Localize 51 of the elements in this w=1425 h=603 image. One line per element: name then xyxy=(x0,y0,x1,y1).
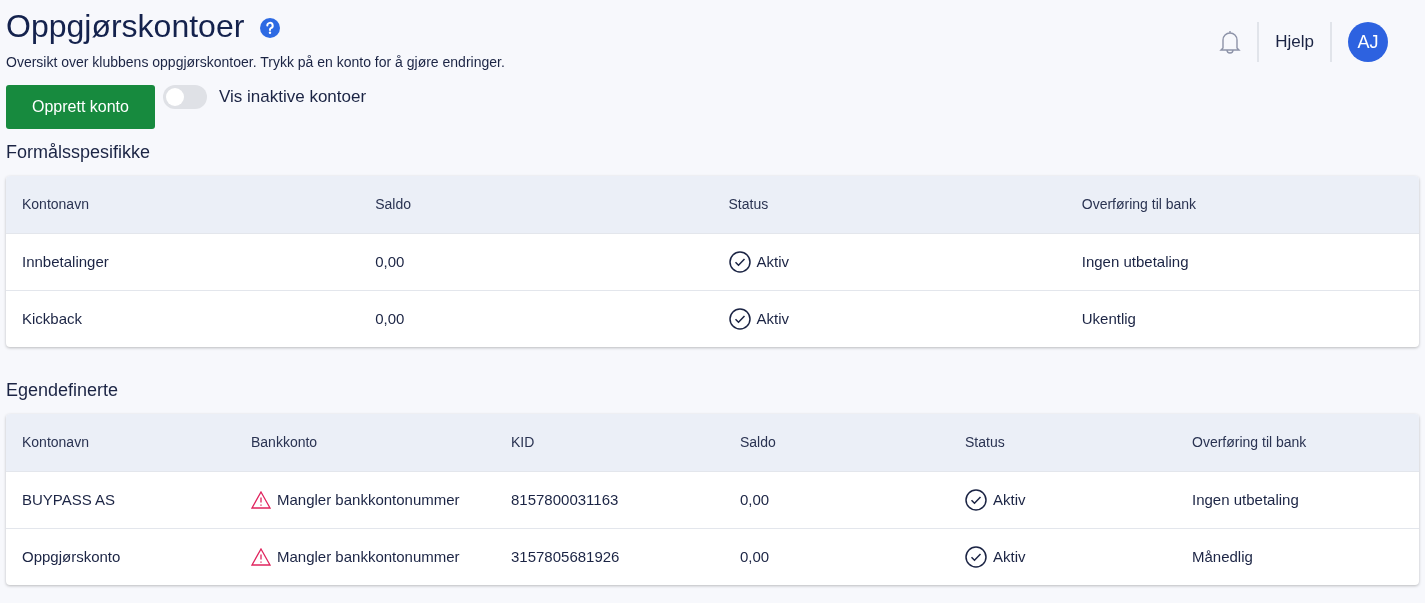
page-description: Oversikt over klubbens oppgjørskontoer. Trykk på en konto for å gjøre endringer. xyxy=(6,53,505,72)
table-cell-text: 0,00 xyxy=(740,489,770,510)
status-text: Aktiv xyxy=(993,546,1026,567)
help-icon[interactable] xyxy=(260,18,281,38)
warning-text: Mangler bankkontonummer xyxy=(277,489,460,510)
check-circle-icon xyxy=(965,546,987,568)
warning-icon xyxy=(251,491,271,509)
column-header: KID xyxy=(510,433,536,452)
toggle-switch[interactable] xyxy=(163,85,207,109)
status-text: Aktiv xyxy=(756,308,789,329)
warning-icon xyxy=(251,548,271,566)
column-header: Overføring til bank xyxy=(1191,433,1308,452)
page-title: Oppgjørskontoer xyxy=(6,7,245,46)
column-header: Kontonavn xyxy=(21,433,90,452)
table-cell-text: Innbetalinger xyxy=(22,251,109,272)
section-heading: Formålsspesifikke xyxy=(6,141,152,164)
check-circle-icon xyxy=(728,251,751,273)
table-cell-text: 0,00 xyxy=(740,546,770,567)
column-header: Saldo xyxy=(374,195,413,214)
warning-text: Mangler bankkontonummer xyxy=(277,546,460,567)
table-cell-text: 0,00 xyxy=(375,251,405,272)
table-cell-text: Ingen utbetaling xyxy=(1192,489,1299,510)
table-cell-text: Ukentlig xyxy=(1081,308,1136,329)
table-cell-text: Ingen utbetaling xyxy=(1081,251,1189,272)
table-cell-text: Månedlig xyxy=(1192,546,1253,567)
section-heading: Egendefinerte xyxy=(6,379,120,402)
create-account-button[interactable]: Opprett konto xyxy=(6,85,155,129)
column-header: Status xyxy=(964,433,1006,452)
column-header: Saldo xyxy=(739,433,777,452)
notification-bell-icon[interactable] xyxy=(1219,29,1242,55)
help-link[interactable]: Hjelp xyxy=(1275,29,1314,55)
column-header: Status xyxy=(727,195,770,214)
table-cell-text: 8157800031163 xyxy=(511,489,619,510)
table-cell-text: Kickback xyxy=(22,308,83,329)
table-row[interactable]: Kickback 0,00 Aktiv Ukentlig xyxy=(6,290,1419,347)
toggle-label: Vis inaktive kontoer xyxy=(219,86,367,108)
table-cell-text: BUYPASS AS xyxy=(22,489,116,510)
table-row[interactable]: Oppgjørskonto Mangler bankkontonummer 3157805681926 0,00 Aktiv Månedlig xyxy=(6,528,1419,585)
status-text: Aktiv xyxy=(993,489,1026,510)
check-circle-icon xyxy=(728,308,751,330)
column-header: Bankkonto xyxy=(250,433,319,452)
table-cell-text: Oppgjørskonto xyxy=(22,546,121,567)
status-text: Aktiv xyxy=(756,251,789,272)
user-avatar[interactable]: AJ xyxy=(1348,22,1388,62)
table-row[interactable]: Innbetalinger 0,00 Aktiv Ingen utbetaling xyxy=(6,233,1419,290)
table-row[interactable]: BUYPASS AS Mangler bankkontonummer 8157800031163 0,00 Aktiv Ingen utbetaling xyxy=(6,471,1419,528)
table-cell-text: 3157805681926 xyxy=(511,546,620,567)
table-cell-text: 0,00 xyxy=(375,308,405,329)
column-header: Kontonavn xyxy=(21,195,90,214)
column-header: Overføring til bank xyxy=(1080,195,1198,214)
check-circle-icon xyxy=(965,489,987,511)
